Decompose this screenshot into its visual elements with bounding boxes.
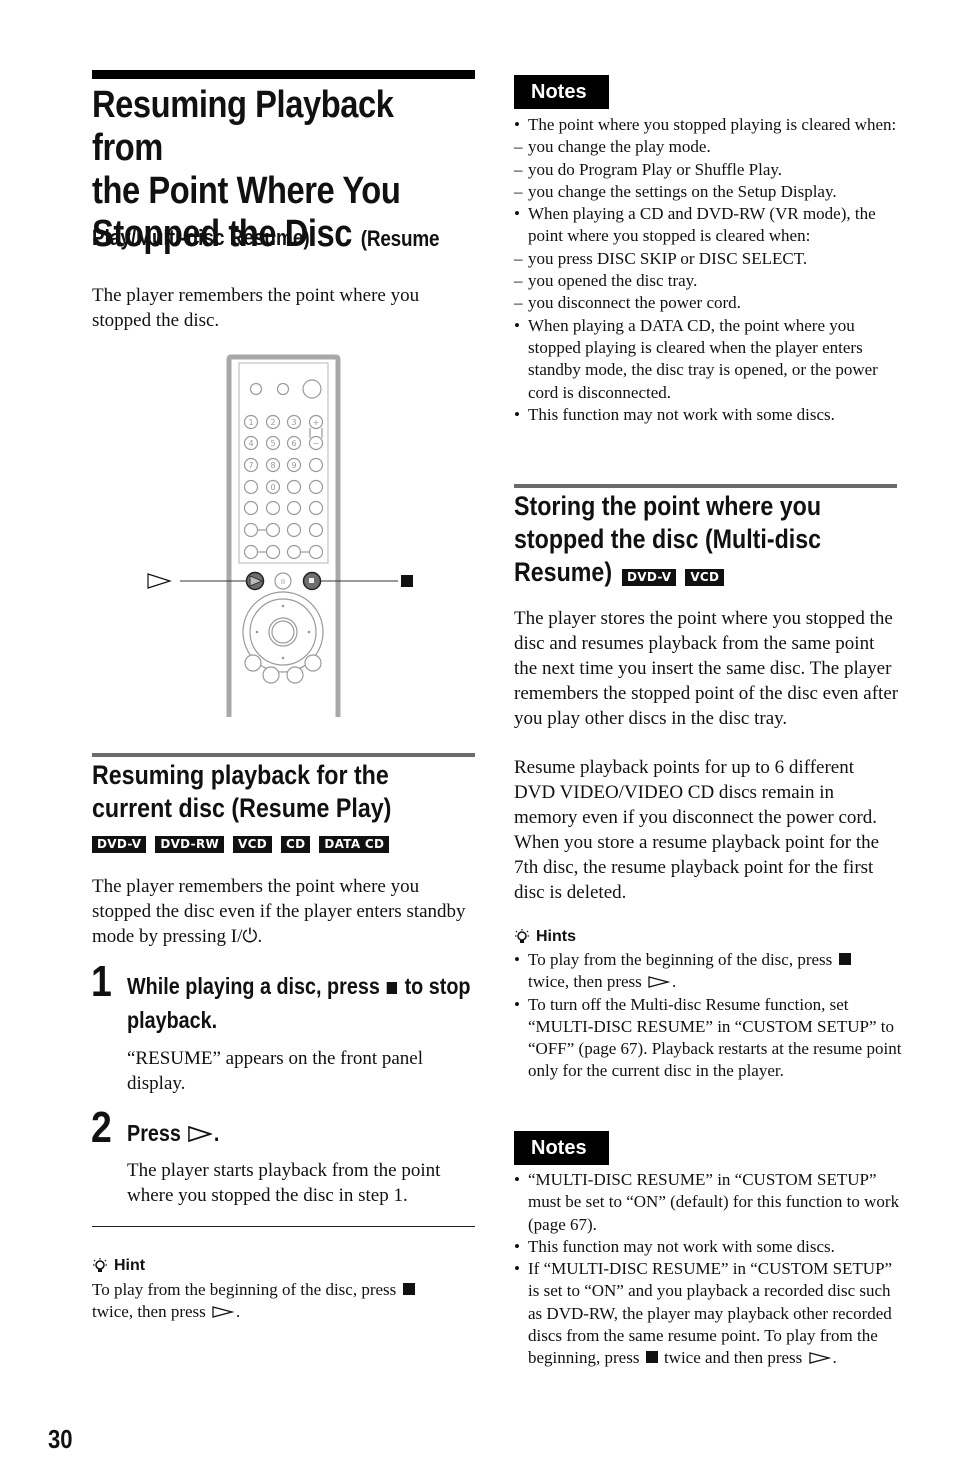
notes-list: “MULTI-DISC RESUME” in “CUSTOM SETUP” mu… xyxy=(514,1169,904,1370)
section-title-line: stopped the disc (Multi-disc xyxy=(514,524,822,554)
svg-text:3: 3 xyxy=(291,418,296,427)
svg-text:6: 6 xyxy=(291,439,296,448)
title-rule xyxy=(92,70,475,79)
note-subitem: you opened the disc tray. xyxy=(514,270,904,293)
hint-label: Hint xyxy=(114,1257,146,1274)
hint-text-part: To play from the beginning of the disc, … xyxy=(92,1280,397,1299)
hint-heading: Hint xyxy=(92,1257,145,1275)
section-title-line: current disc (Resume Play) xyxy=(92,793,392,823)
note-subitem: you change the play mode. xyxy=(514,136,904,159)
page-title-line: Resuming Playback from xyxy=(92,84,394,169)
note-text-part: . xyxy=(832,1348,837,1368)
note-item: This function may not work with some dis… xyxy=(514,1236,904,1259)
section-rule xyxy=(514,484,897,488)
play-icon xyxy=(808,1352,831,1365)
section-title-line: Storing the point where you xyxy=(514,491,822,521)
svg-text:1: 1 xyxy=(248,418,253,427)
section-rule xyxy=(92,753,475,757)
step-title-text: While playing a disc, press xyxy=(127,973,380,999)
svg-text:0: 0 xyxy=(270,483,275,492)
section-paragraph-end: . xyxy=(257,926,263,947)
note-item: When playing a CD and DVD-RW (VR mode), … xyxy=(514,203,904,248)
disc-badge-dvd-v: DVD-V xyxy=(92,836,147,853)
play-icon xyxy=(648,976,671,989)
note-subitem: you do Program Play or Shuffle Play. xyxy=(514,159,904,182)
step-title: While playing a disc, press to stop play… xyxy=(127,969,480,1037)
stop-icon xyxy=(402,1283,415,1295)
svg-text:II: II xyxy=(281,578,285,586)
play-callout-icon xyxy=(147,573,172,589)
disc-badge-data-cd: DATA CD xyxy=(319,836,390,853)
eject-button-icon xyxy=(249,382,263,396)
stop-icon xyxy=(838,953,851,965)
disc-badge-vcd: VCD xyxy=(233,836,272,853)
step-description: The player starts playback from the poin… xyxy=(127,1160,441,1206)
hints-label: Hints xyxy=(536,928,576,945)
step-number: 2 xyxy=(91,1103,112,1152)
hints-list: To play from the beginning of the disc, … xyxy=(514,949,904,1083)
hint-text: To play from the beginning of the disc, … xyxy=(92,1279,472,1324)
step-title-text: . xyxy=(213,1120,220,1146)
note-item: This function may not work with some dis… xyxy=(514,404,904,427)
hint-text-part: To play from the beginning of the disc, … xyxy=(528,950,833,969)
play-icon xyxy=(212,1306,235,1319)
step-title-text: Press xyxy=(127,1120,181,1146)
svg-text:2: 2 xyxy=(270,418,275,427)
remote-control-illustration: 1 2 3 + 4 5 6 − 7 8 9 0 II xyxy=(147,354,413,717)
disc-type-badges: DVD-V VCD xyxy=(622,569,725,586)
svg-text:−: − xyxy=(313,439,320,448)
step-title: Press . xyxy=(127,1116,480,1150)
stop-callout-icon xyxy=(401,575,413,587)
intro-paragraph: The player remembers the point where you… xyxy=(92,285,420,331)
notes-list: The point where you stopped playing is c… xyxy=(514,114,904,426)
hint-item: To play from the beginning of the disc, … xyxy=(514,949,904,994)
note-item: When playing a DATA CD, the point where … xyxy=(514,315,904,404)
section-paragraph: The player stores the point where you st… xyxy=(514,608,899,729)
hint-text-part: twice, then press xyxy=(528,972,642,992)
lightbulb-icon xyxy=(515,929,529,943)
page-title-line: the Point Where You xyxy=(92,170,401,212)
note-subitem: you disconnect the power cord. xyxy=(514,292,904,315)
hint-divider xyxy=(92,1226,475,1227)
step-description: “RESUME” appears on the front panel disp… xyxy=(127,1048,423,1094)
stop-icon xyxy=(645,1351,658,1364)
disc-badge-dvd-v: DVD-V xyxy=(622,569,677,586)
svg-text:+: + xyxy=(313,418,320,427)
svg-text:4: 4 xyxy=(248,439,253,448)
section-paragraph: The player remembers the point where you… xyxy=(92,874,477,949)
svg-text:5: 5 xyxy=(270,439,275,448)
section-paragraph-text: The player remembers the point where you… xyxy=(92,876,466,947)
section-title: Resuming playback for the current disc (… xyxy=(92,759,391,825)
note-item: If “MULTI-DISC RESUME” in “CUSTOM SETUP”… xyxy=(514,1258,904,1369)
notes-label: Notes xyxy=(514,1131,609,1165)
note-subitem: you press DISC SKIP or DISC SELECT. xyxy=(514,248,904,271)
note-item: “MULTI-DISC RESUME” in “CUSTOM SETUP” mu… xyxy=(514,1169,904,1236)
hints-heading: Hints xyxy=(514,928,576,946)
svg-text:8: 8 xyxy=(270,461,275,470)
lightbulb-icon xyxy=(93,1258,107,1272)
page-title-suffix: (Resume xyxy=(360,226,440,251)
note-subitem: you change the settings on the Setup Dis… xyxy=(514,181,904,204)
disc-badge-vcd: VCD xyxy=(685,569,725,586)
stop-icon xyxy=(387,982,398,994)
section-paragraph: Resume playback points for up to 6 diffe… xyxy=(514,757,880,903)
hint-text-part: . xyxy=(236,1302,241,1322)
hint-text-part: twice, then press xyxy=(92,1302,206,1322)
disc-badge-dvd-rw: DVD-RW xyxy=(155,836,225,853)
note-item: The point where you stopped playing is c… xyxy=(514,114,904,137)
svg-text:7: 7 xyxy=(248,461,253,470)
power-symbol-icon: I/⏻ xyxy=(230,926,258,947)
note-text-part: twice and then press xyxy=(663,1348,803,1368)
step-number: 1 xyxy=(91,957,112,1006)
disc-type-badges: DVD-V DVD-RW VCD CD DATA CD xyxy=(92,836,390,853)
hint-text-part: . xyxy=(672,972,677,992)
svg-text:9: 9 xyxy=(291,461,296,470)
section-title-line: Resuming playback for the xyxy=(92,760,389,790)
page-number: 30 xyxy=(48,1424,73,1454)
disc-badge-cd: CD xyxy=(281,836,311,853)
play-icon xyxy=(188,1126,213,1142)
notes-label: Notes xyxy=(514,75,609,109)
page-title-subtitle: Play/Multi-disc Resume) xyxy=(92,225,310,250)
hint-item: To turn off the Multi-disc Resume functi… xyxy=(514,994,904,1083)
